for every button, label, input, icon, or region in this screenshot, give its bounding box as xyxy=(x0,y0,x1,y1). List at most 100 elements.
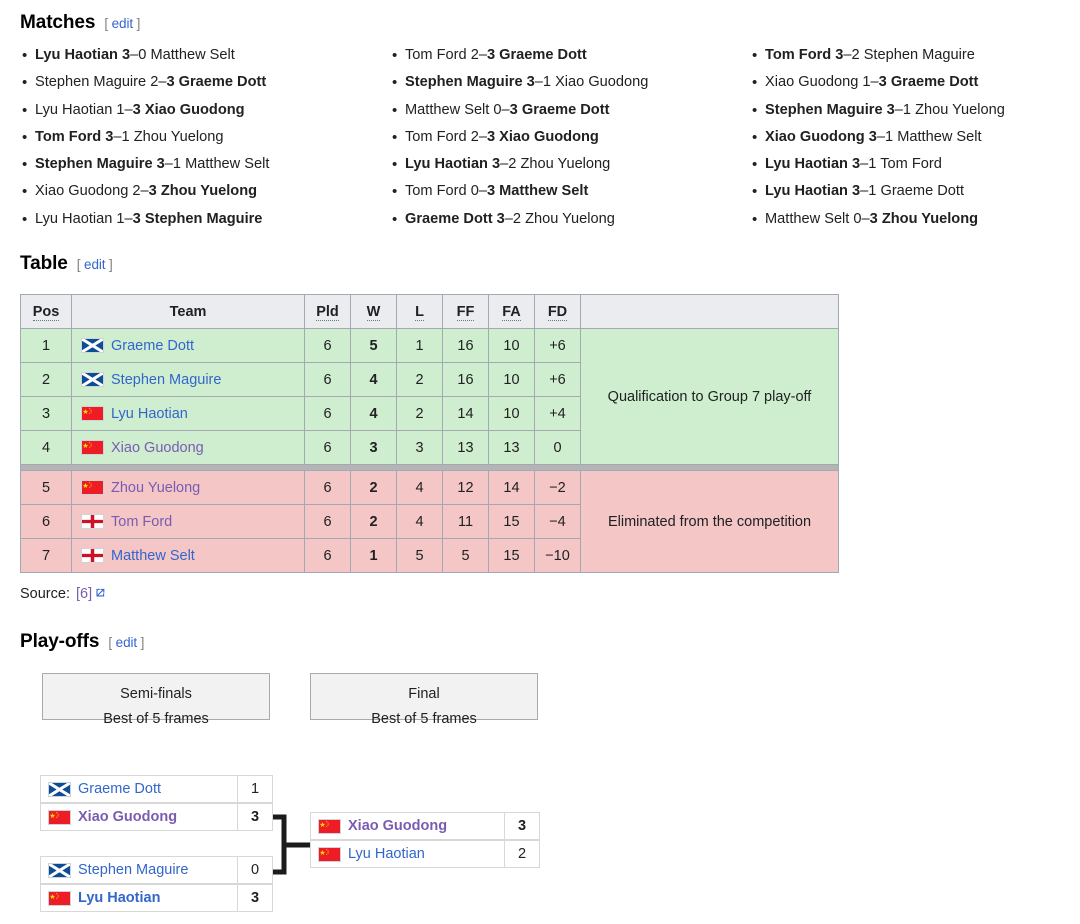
player-link[interactable]: Stephen Maguire xyxy=(78,862,188,878)
player-link[interactable]: Lyu Haotian xyxy=(348,846,425,862)
match-right-player: Xiao Guodong xyxy=(555,74,649,91)
semifinal2-player1-row[interactable]: Stephen Maguire 0 xyxy=(40,856,273,884)
header-team: Team xyxy=(71,294,305,329)
cell-w: 4 xyxy=(350,362,397,397)
match-left-player: Tom Ford xyxy=(765,47,832,63)
cell-w: 3 xyxy=(350,430,397,465)
match-list-2: Tom Ford 2–3 Graeme DottStephen Maguire … xyxy=(390,42,750,233)
match-item: Stephen Maguire 2–3 Graeme Dott xyxy=(20,69,390,97)
player-link[interactable]: Graeme Dott xyxy=(111,338,194,354)
source-label: Source: xyxy=(20,586,70,602)
edit-link-matches[interactable]: edit xyxy=(112,16,133,31)
matches-columns: Lyu Haotian 3–0 Matthew SeltStephen Magu… xyxy=(20,42,1070,233)
bracket-player-name: Lyu Haotian xyxy=(41,885,238,911)
player-link[interactable]: Xiao Guodong xyxy=(348,818,447,834)
player-link[interactable]: Lyu Haotian xyxy=(78,890,160,906)
cell-w: 2 xyxy=(350,470,397,505)
match-item: Tom Ford 3–2 Stephen Maguire xyxy=(750,42,1070,70)
source-reference-link[interactable]: [6] xyxy=(76,586,92,602)
match-right-player: Zhou Yuelong xyxy=(133,128,224,145)
playoffs-section-heading: Play-offs [ edit ] xyxy=(20,631,144,653)
cell-l: 1 xyxy=(396,328,443,363)
semifinal1-player2-row[interactable]: Xiao Guodong 3 xyxy=(40,803,273,831)
player-link[interactable]: Xiao Guodong xyxy=(78,809,177,825)
bracket-player-score: 0 xyxy=(250,862,260,878)
cell-fd: +4 xyxy=(534,396,581,431)
match-right-player: Graeme Dott xyxy=(178,74,267,91)
cell-pld: 6 xyxy=(304,470,351,505)
edit-link-table[interactable]: edit xyxy=(84,257,105,272)
semifinal1-player1-row[interactable]: Graeme Dott 1 xyxy=(40,775,273,803)
matches-column-3: Tom Ford 3–2 Stephen Maguire Xiao Guodong… xyxy=(750,42,1070,233)
cell-team: Xiao Guodong xyxy=(71,430,305,465)
match-right-player: Graeme Dott xyxy=(521,101,610,118)
external-link-icon xyxy=(95,586,106,602)
match-right-player: Zhou Yuelong xyxy=(915,101,1005,118)
cell-ff: 5 xyxy=(442,538,489,573)
player-link[interactable]: Zhou Yuelong xyxy=(111,480,200,496)
player-link[interactable]: Tom Ford xyxy=(111,514,172,530)
match-score: 3–1 xyxy=(526,74,551,91)
semifinal2-player2-row[interactable]: Lyu Haotian 3 xyxy=(40,884,273,912)
cell-w: 5 xyxy=(350,328,397,363)
player-link[interactable]: Graeme Dott xyxy=(78,781,161,797)
match-score: 3–1 xyxy=(852,156,877,173)
cell-fa: 10 xyxy=(488,328,535,363)
player-link[interactable]: Stephen Maguire xyxy=(111,372,221,388)
cell-pos: 4 xyxy=(20,430,72,465)
match-item: Tom Ford 2–3 Xiao Guodong xyxy=(390,124,750,152)
match-left-player: Xiao Guodong xyxy=(765,74,859,91)
cell-w: 1 xyxy=(350,538,397,573)
match-left-player: Tom Ford xyxy=(405,183,467,200)
match-right-player: Matthew Selt xyxy=(150,47,235,63)
elimination-note: Eliminated from the competition xyxy=(580,470,839,573)
match-right-player: Zhou Yuelong xyxy=(525,210,615,227)
cell-l: 3 xyxy=(396,430,443,465)
cell-pos: 3 xyxy=(20,396,72,431)
match-left-player: Tom Ford xyxy=(405,47,467,63)
cell-pld: 6 xyxy=(304,328,351,363)
cell-team: Stephen Maguire xyxy=(71,362,305,397)
final-player1-row[interactable]: Xiao Guodong 3 xyxy=(310,812,540,840)
match-left-player: Lyu Haotian xyxy=(35,47,118,63)
match-right-player: Matthew Selt xyxy=(499,183,589,200)
cell-team: Zhou Yuelong xyxy=(71,470,305,505)
cell-fd: −10 xyxy=(534,538,581,573)
final-player2-row[interactable]: Lyu Haotian 2 xyxy=(310,840,540,868)
player-link[interactable]: Matthew Selt xyxy=(111,548,195,564)
playoffs-title: Play-offs xyxy=(20,631,100,652)
round-format-final: Best of 5 frames xyxy=(371,711,477,727)
match-left-player: Stephen Maguire xyxy=(405,74,523,91)
cell-pld: 6 xyxy=(304,362,351,397)
bracket-player-name: Xiao Guodong xyxy=(311,813,505,839)
round-header-final: Final Best of 5 frames xyxy=(310,673,538,727)
bracket-player-name: Graeme Dott xyxy=(41,776,238,802)
cell-ff: 16 xyxy=(442,328,489,363)
player-link[interactable]: Lyu Haotian xyxy=(111,406,188,422)
bracket-player-name: Lyu Haotian xyxy=(311,841,505,867)
header-pld: Pld xyxy=(304,294,351,329)
header-pos: Pos xyxy=(20,294,72,329)
cell-ff: 13 xyxy=(442,430,489,465)
match-item: Stephen Maguire 3–1 Matthew Selt xyxy=(20,151,390,179)
cell-team: Matthew Selt xyxy=(71,538,305,573)
matches-column-1: Lyu Haotian 3–0 Matthew SeltStephen Magu… xyxy=(20,42,390,233)
match-item: Stephen Maguire 3–1 Zhou Yuelong xyxy=(750,97,1070,125)
match-right-player: Xiao Guodong xyxy=(144,101,245,118)
player-link[interactable]: Xiao Guodong xyxy=(111,440,204,456)
edit-link-playoffs[interactable]: edit xyxy=(116,635,137,650)
table-header-row: Pos Team Pld W L FF FA FD xyxy=(20,294,839,329)
match-item: Tom Ford 2–3 Graeme Dott xyxy=(390,42,750,70)
cell-pos: 6 xyxy=(20,504,72,539)
bracket-player-name: Stephen Maguire xyxy=(41,857,238,883)
table-title: Table xyxy=(20,253,68,274)
cell-fd: −4 xyxy=(534,504,581,539)
match-item: Lyu Haotian 3–1 Tom Ford xyxy=(750,151,1070,179)
bracket-player-score: 3 xyxy=(517,818,527,834)
match-right-player: Stephen Maguire xyxy=(863,47,975,63)
wikipedia-group-stage-page: Matches [ edit ] Lyu Haotian 3–0 Matthew… xyxy=(0,0,1080,924)
match-left-player: Xiao Guodong xyxy=(765,128,865,145)
matches-section-heading: Matches [ edit ] xyxy=(20,12,140,34)
match-item: Lyu Haotian 1–3 Xiao Guodong xyxy=(20,97,390,125)
match-right-player: Stephen Maguire xyxy=(144,210,263,227)
